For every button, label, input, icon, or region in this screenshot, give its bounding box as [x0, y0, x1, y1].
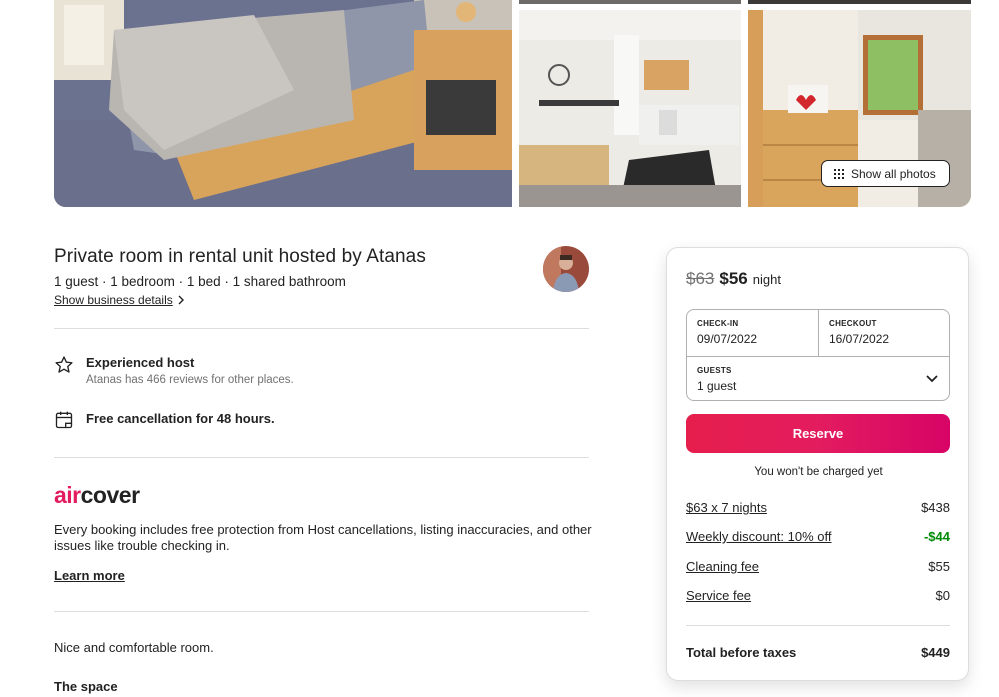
aircover-logo-air: air [54, 482, 81, 508]
fee-label[interactable]: $63 x 7 nights [686, 500, 767, 515]
dates-guests-picker: CHECK-IN 09/07/2022 CHECKOUT 16/07/2022 … [686, 309, 950, 401]
listing-page: Show all photos Private room in rental u… [0, 0, 999, 697]
aircover-logo: aircover [54, 482, 140, 509]
fee-label[interactable]: Service fee [686, 588, 751, 603]
price-unit: night [752, 272, 781, 287]
checkout-field[interactable]: CHECKOUT 16/07/2022 [819, 310, 949, 356]
fee-row-weekly-discount: Weekly discount: 10% off -$44 [686, 529, 950, 544]
fee-amount: $438 [921, 500, 950, 515]
card-divider [686, 625, 950, 626]
guests-label: GUESTS [697, 366, 732, 375]
total-label: Total before taxes [686, 645, 797, 660]
photo-gallery: Show all photos [54, 0, 971, 207]
photo-bedroom[interactable] [54, 0, 512, 207]
original-price: $63 [686, 269, 715, 288]
fee-row-service: Service fee $0 [686, 588, 950, 603]
section-divider [54, 611, 589, 612]
price-row: $63 $56 night [686, 269, 781, 289]
highlight-experienced-host: Experienced host Atanas has 466 reviews … [54, 355, 294, 386]
highlight-title: Free cancellation for 48 hours. [86, 411, 275, 426]
calendar-icon [55, 411, 73, 429]
not-charged-note: You won't be charged yet [754, 466, 883, 478]
total-amount: $449 [921, 645, 950, 660]
listing-subtitle: 1 guest · 1 bedroom · 1 bed · 1 shared b… [54, 274, 346, 289]
business-link-label: Show business details [54, 293, 173, 307]
checkin-label: CHECK-IN [697, 319, 739, 328]
host-avatar[interactable] [543, 246, 589, 292]
fee-label[interactable]: Weekly discount: 10% off [686, 529, 832, 544]
star-icon [55, 356, 73, 373]
highlight-free-cancellation: Free cancellation for 48 hours. [54, 410, 275, 430]
fee-amount: $55 [928, 559, 950, 574]
booking-card: $63 $56 night CHECK-IN 09/07/2022 CHECKO… [666, 247, 969, 681]
section-divider [54, 328, 589, 329]
learn-more-link[interactable]: Learn more [54, 568, 125, 583]
show-all-photos-label: Show all photos [851, 166, 936, 181]
listing-description: Nice and comfortable room. [54, 640, 214, 655]
guests-value: 1 guest [697, 379, 737, 393]
show-all-photos-button[interactable]: Show all photos [821, 160, 950, 187]
fee-label[interactable]: Cleaning fee [686, 559, 759, 574]
checkin-value: 09/07/2022 [697, 332, 758, 346]
guests-dropdown[interactable]: GUESTS 1 guest [687, 356, 949, 400]
fee-row-cleaning: Cleaning fee $55 [686, 559, 950, 574]
photo-strip [748, 0, 971, 4]
chevron-down-icon [926, 375, 938, 383]
photo-living-kitchen[interactable] [519, 10, 741, 207]
photo-strip [519, 0, 741, 4]
fee-amount: -$44 [923, 529, 950, 544]
reserve-button[interactable]: Reserve [686, 414, 950, 453]
total-row: Total before taxes $449 [686, 645, 950, 660]
highlight-title: Experienced host [86, 355, 195, 370]
checkout-label: CHECKOUT [829, 319, 877, 328]
discounted-price: $56 [719, 269, 748, 288]
fee-row-nights: $63 x 7 nights $438 [686, 500, 950, 515]
aircover-logo-cover: cover [80, 482, 140, 508]
fee-amount: $0 [935, 588, 950, 603]
space-heading: The space [54, 679, 118, 694]
show-business-details-link[interactable]: Show business details [54, 293, 185, 307]
checkin-field[interactable]: CHECK-IN 09/07/2022 [687, 310, 819, 356]
highlight-desc: Atanas has 466 reviews for other places. [86, 374, 294, 386]
checkout-value: 16/07/2022 [829, 332, 890, 346]
section-divider [54, 457, 589, 458]
chevron-right-icon [178, 295, 184, 305]
listing-title: Private room in rental unit hosted by At… [54, 246, 426, 267]
grid-icon [834, 168, 844, 179]
aircover-description: Every booking includes free protection f… [54, 522, 592, 553]
